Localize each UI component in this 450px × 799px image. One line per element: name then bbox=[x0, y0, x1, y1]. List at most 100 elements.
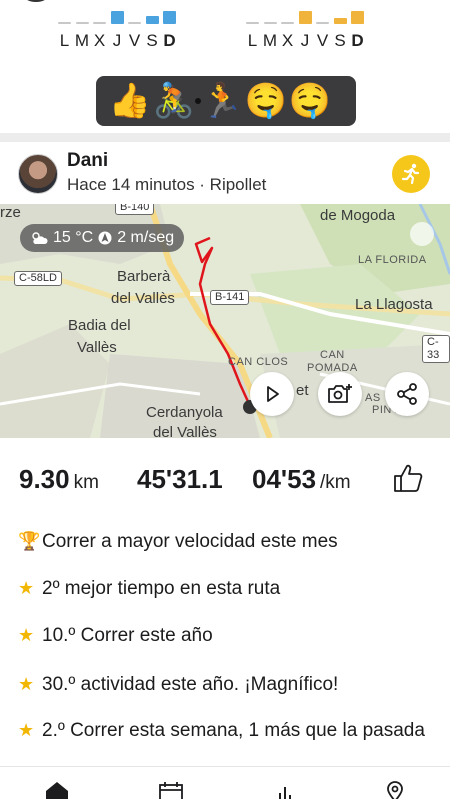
day-column: S bbox=[332, 8, 349, 52]
pace-stat: 04'53/km bbox=[252, 464, 351, 495]
calendar-icon[interactable] bbox=[158, 781, 188, 799]
day-label: J bbox=[112, 31, 122, 50]
day-bar bbox=[75, 22, 89, 24]
thumbs-up-emoji[interactable]: 👍 bbox=[108, 81, 152, 121]
map-label: CAN CLOS bbox=[228, 356, 289, 368]
day-column: M bbox=[262, 8, 279, 52]
pace-value: 04'53 bbox=[252, 464, 317, 494]
map-label: del Vallès bbox=[153, 424, 217, 438]
map-label: del Vallès bbox=[111, 290, 175, 307]
achievement-item: 🏆 Correr a mayor velocidad este mes bbox=[18, 530, 428, 553]
day-column: D bbox=[349, 8, 366, 52]
day-label: V bbox=[316, 31, 329, 50]
home-icon[interactable] bbox=[44, 781, 74, 799]
drooling-face-emoji[interactable]: 🤤 bbox=[288, 81, 332, 121]
day-label: D bbox=[163, 31, 176, 50]
compass-icon[interactable] bbox=[410, 222, 434, 246]
achievement-item: ★ 10.º Correr este año bbox=[18, 624, 428, 647]
day-label: L bbox=[247, 31, 258, 50]
achievement-text: 2.º Correr esta semana, 1 más que la pas… bbox=[42, 720, 425, 741]
user-name[interactable]: Dani bbox=[67, 150, 108, 172]
day-column: X bbox=[279, 8, 296, 52]
play-button[interactable] bbox=[250, 372, 294, 416]
cyclist-emoji[interactable]: 🚴 bbox=[152, 81, 196, 121]
day-bar bbox=[145, 16, 159, 24]
running-icon bbox=[392, 155, 430, 193]
route-map[interactable]: rze de Mogoda LA FLORIDA La Llagosta Bar… bbox=[0, 204, 450, 438]
explore-icon[interactable] bbox=[382, 781, 412, 799]
star-icon: ★ bbox=[18, 720, 35, 741]
drooling-face-emoji[interactable]: 🤤 bbox=[244, 81, 288, 121]
map-label: rze bbox=[0, 204, 21, 221]
wind-speed: 2 m/seg bbox=[117, 229, 175, 246]
day-label: V bbox=[128, 31, 141, 50]
bottom-nav bbox=[0, 766, 450, 799]
achievement-text: 2º mejor tiempo en esta ruta bbox=[42, 578, 281, 599]
runner-emoji[interactable]: 🏃 bbox=[200, 81, 244, 121]
stats-icon[interactable] bbox=[272, 781, 302, 799]
day-column: S bbox=[144, 8, 161, 52]
distance-unit: km bbox=[73, 472, 99, 493]
partly-cloudy-icon bbox=[32, 232, 48, 244]
achievement-text: 10.º Correr este año bbox=[42, 625, 213, 646]
avatar[interactable] bbox=[18, 154, 58, 194]
day-column: V bbox=[126, 8, 143, 52]
day-bar bbox=[281, 22, 294, 24]
achievement-item: ★ 30.º actividad este año. ¡Magnífico! bbox=[18, 673, 428, 696]
road-shield: B-141 bbox=[210, 290, 250, 305]
day-label: S bbox=[334, 31, 346, 50]
day-bar bbox=[128, 22, 141, 24]
play-icon bbox=[267, 386, 279, 402]
trophy-icon: 🏆 bbox=[18, 531, 41, 552]
day-bar bbox=[110, 11, 124, 24]
day-label: X bbox=[93, 31, 106, 50]
day-bar bbox=[93, 22, 106, 24]
day-bar bbox=[298, 11, 312, 24]
star-icon: ★ bbox=[18, 625, 35, 646]
reactions-bar[interactable]: 👍 🚴 🏃 🤤 🤤 bbox=[96, 76, 356, 126]
road-shield: B-140 bbox=[115, 204, 155, 215]
day-bar bbox=[333, 18, 347, 24]
map-label: de Mogoda bbox=[320, 207, 396, 224]
feed-separator bbox=[0, 133, 450, 142]
day-bar bbox=[351, 11, 364, 24]
map-label: Vallès bbox=[77, 339, 117, 356]
day-bar bbox=[263, 22, 277, 24]
day-column: J bbox=[297, 8, 314, 52]
day-label: M bbox=[262, 31, 278, 50]
wind-direction-icon bbox=[98, 231, 112, 245]
star-icon: ★ bbox=[18, 578, 35, 599]
map-label: Cerdanyola bbox=[146, 404, 223, 421]
day-label: L bbox=[59, 31, 70, 50]
add-photo-button[interactable] bbox=[318, 372, 362, 416]
weather-pill: 15 °C 2 m/seg bbox=[20, 224, 185, 252]
post-header: Dani Hace 14 minutos · Ripollet bbox=[0, 142, 450, 204]
day-bar bbox=[163, 11, 176, 24]
map-label: La Llagosta bbox=[355, 296, 433, 313]
share-button[interactable] bbox=[385, 372, 429, 416]
share-icon bbox=[397, 383, 417, 405]
map-label: LA FLORIDA bbox=[358, 254, 427, 266]
day-label: J bbox=[300, 31, 310, 50]
map-label: CAN bbox=[320, 349, 345, 361]
duration-value: 45'31.1 bbox=[137, 464, 223, 494]
like-button[interactable] bbox=[392, 462, 424, 494]
post-meta: Hace 14 minutos · Ripollet bbox=[67, 175, 267, 194]
add-photo-icon bbox=[328, 384, 352, 403]
temperature: 15 °C bbox=[53, 229, 94, 246]
activity-stats: 9.30 km 45'31.1 04'53/km bbox=[0, 438, 450, 518]
map-label: et bbox=[296, 382, 309, 399]
achievement-item: ★ 2.º Correr esta semana, 1 más que la p… bbox=[18, 719, 428, 742]
distance-value: 9.30 bbox=[19, 464, 70, 494]
day-column: X bbox=[91, 8, 108, 52]
pace-unit: /km bbox=[320, 472, 351, 493]
road-shield: C-58LD bbox=[14, 271, 62, 286]
duration-stat: 45'31.1 bbox=[137, 464, 223, 495]
achievement-item: ★ 2º mejor tiempo en esta ruta bbox=[18, 577, 428, 600]
weekly-chart-right: LMXJVSD bbox=[244, 8, 367, 52]
thumbs-up-icon bbox=[394, 464, 423, 492]
day-bar bbox=[58, 22, 71, 24]
map-label: AS bbox=[365, 392, 381, 404]
achievement-text: Correr a mayor velocidad este mes bbox=[42, 531, 338, 552]
map-label: Badia del bbox=[68, 317, 131, 334]
